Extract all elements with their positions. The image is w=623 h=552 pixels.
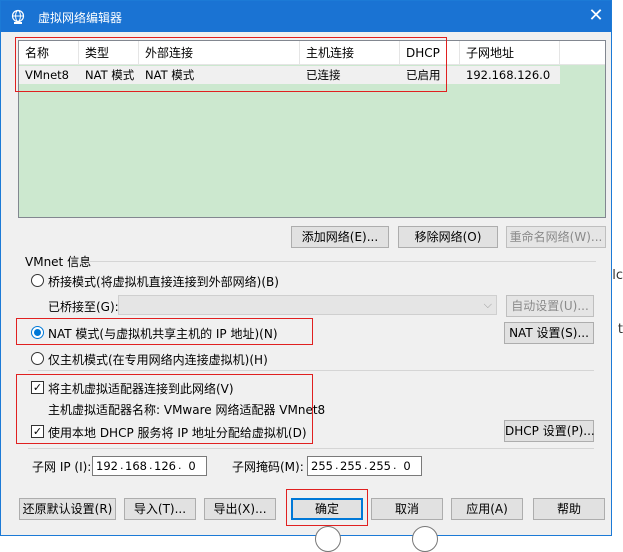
apply-button[interactable]: 应用(A) xyxy=(451,498,523,520)
background-circle-icon xyxy=(412,526,438,552)
ip-octet[interactable]: 0 xyxy=(182,458,202,474)
virtual-network-editor-window: 虚拟网络编辑器 ✕ 名称 类型 外部连接 主机连接 DHCP 子网地址 VMne… xyxy=(0,0,612,536)
rename-network-button[interactable]: 重命名网络(W)... xyxy=(506,226,606,248)
cancel-button[interactable]: 取消 xyxy=(371,498,443,520)
help-button[interactable]: 帮助 xyxy=(533,498,605,520)
mask-octet[interactable]: 0 xyxy=(397,458,417,474)
ip-dot: . xyxy=(178,459,182,472)
host-only-radio[interactable] xyxy=(31,352,44,365)
window-title: 虚拟网络编辑器 xyxy=(38,11,123,25)
section-divider xyxy=(28,370,594,371)
title-bar[interactable]: 虚拟网络编辑器 ✕ xyxy=(1,1,611,32)
ip-octet[interactable]: 168 xyxy=(124,458,148,474)
close-icon[interactable]: ✕ xyxy=(581,1,611,32)
subnet-mask-label: 子网掩码(M): xyxy=(232,460,304,474)
mask-dot: . xyxy=(335,459,339,472)
bridge-mode-radio[interactable] xyxy=(31,274,44,287)
remove-network-button[interactable]: 移除网络(O) xyxy=(398,226,498,248)
mask-octet[interactable]: 255 xyxy=(368,458,392,474)
mask-octet[interactable]: 255 xyxy=(339,458,363,474)
subnet-ip-input[interactable]: 192 . 168 . 126 . 0 xyxy=(92,456,207,476)
bridged-to-label: 已桥接至(G): xyxy=(48,300,119,314)
nat-settings-button[interactable]: NAT 设置(S)... xyxy=(504,322,594,344)
network-globe-icon xyxy=(11,9,25,24)
subnet-ip-label: 子网 IP (I): xyxy=(32,460,92,474)
bridge-mode-label[interactable]: 桥接模式(将虚拟机直接连接到外部网络)(B) xyxy=(48,273,279,290)
vmnet-info-group-label: VMnet 信息 xyxy=(25,255,92,269)
ip-dot: . xyxy=(149,459,153,472)
ip-dot: . xyxy=(120,459,124,472)
row-subnet: 192.168.126.0 xyxy=(466,68,551,82)
chevron-down-icon: ⌵ xyxy=(483,298,492,311)
dhcp-settings-button[interactable]: DHCP 设置(P)... xyxy=(504,420,595,442)
highlight-box-list xyxy=(15,37,447,92)
ip-octet[interactable]: 126 xyxy=(153,458,177,474)
mask-dot: . xyxy=(364,459,368,472)
group-divider xyxy=(88,261,596,262)
host-only-label[interactable]: 仅主机模式(在专用网络内连接虚拟机)(H) xyxy=(48,351,268,368)
import-button[interactable]: 导入(T)... xyxy=(124,498,196,520)
mask-octet[interactable]: 255 xyxy=(310,458,334,474)
background-text: lc xyxy=(612,268,623,283)
section-divider xyxy=(28,448,594,449)
background-text: t xyxy=(617,322,623,337)
highlight-box-ok xyxy=(286,489,368,526)
mask-dot: . xyxy=(393,459,397,472)
subnet-mask-input[interactable]: 255 . 255 . 255 . 0 xyxy=(307,456,422,476)
background-circle-icon xyxy=(315,526,341,552)
restore-defaults-button[interactable]: 还原默认设置(R) xyxy=(19,498,116,520)
highlight-box-nat xyxy=(16,318,313,345)
add-network-button[interactable]: 添加网络(E)... xyxy=(291,226,389,248)
ip-octet[interactable]: 192 xyxy=(95,458,119,474)
auto-settings-button[interactable]: 自动设置(U)... xyxy=(506,295,594,317)
export-button[interactable]: 导出(X)... xyxy=(204,498,276,520)
bridged-to-select[interactable]: ⌵ xyxy=(118,295,497,315)
highlight-box-adapter xyxy=(16,374,313,444)
column-header-subnet[interactable]: 子网地址 xyxy=(460,41,560,65)
